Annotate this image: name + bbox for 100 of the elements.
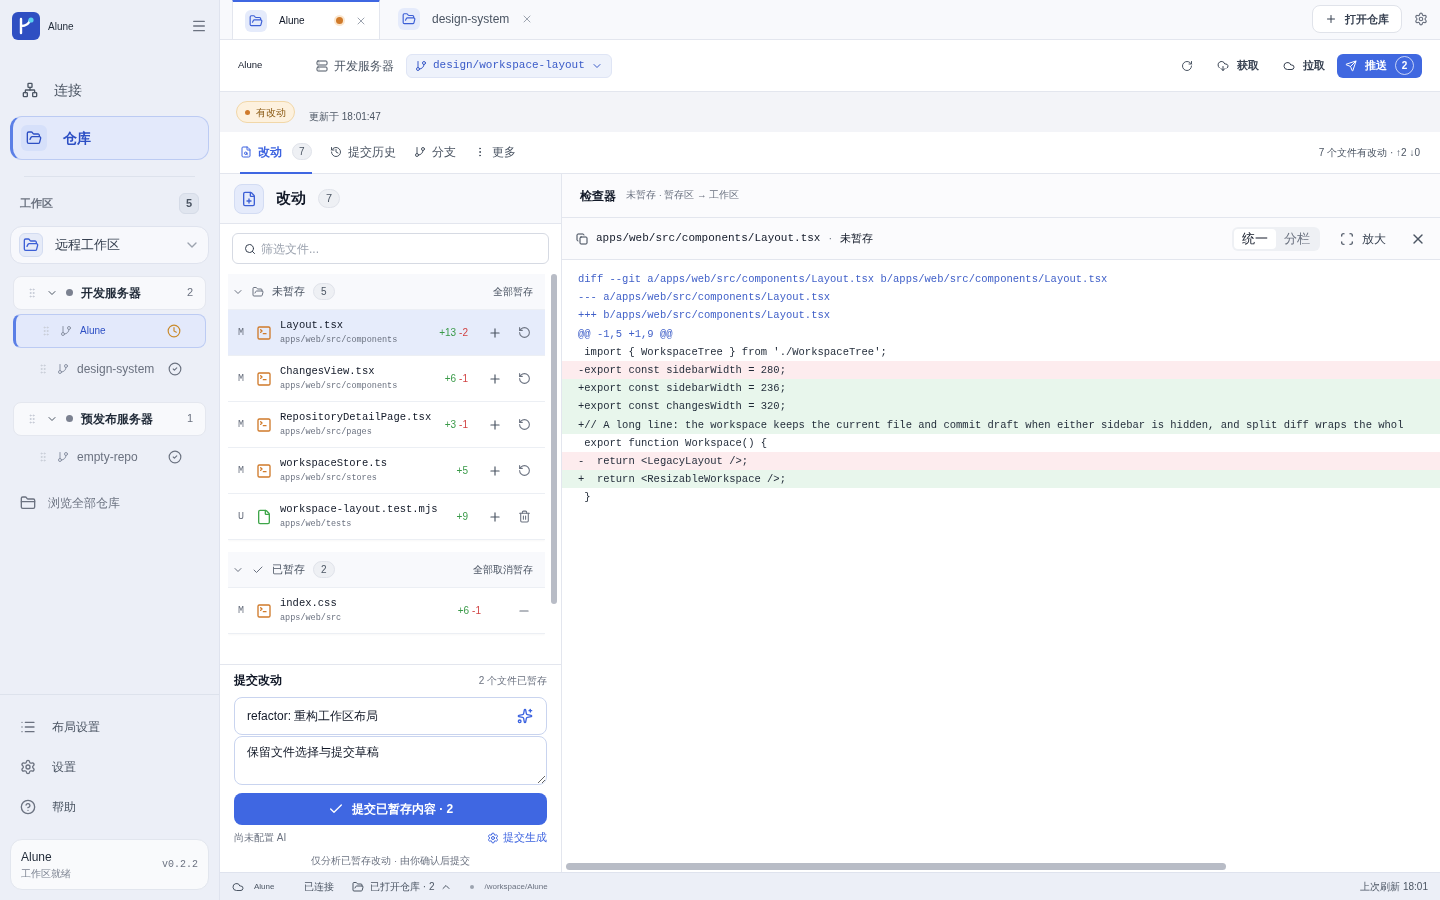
diff-line: --- a/apps/web/src/components/Layout.tsx (577, 290, 832, 306)
scrollbar-thumb[interactable] (566, 862, 1226, 870)
settings-icon (487, 831, 499, 844)
sparkles-icon[interactable] (517, 708, 533, 725)
folder-icon (402, 12, 416, 26)
menu-item[interactable]: 设置 (20, 747, 199, 787)
drag-handle-icon[interactable] (37, 450, 49, 463)
file-path: apps/web/tests (280, 518, 353, 531)
drag-handle-icon[interactable] (40, 324, 52, 337)
drag-handle-icon[interactable] (26, 412, 38, 425)
repo-name: Alune (238, 58, 264, 73)
collapse-sidebar-icon[interactable] (191, 18, 207, 34)
scrollbar-thumb[interactable] (551, 274, 557, 604)
diff-line: import { WorkspaceTree } from './WorkspaceTree'; (583, 344, 888, 360)
zoom-button[interactable]: 放大 (1340, 229, 1386, 248)
browse-repos-link[interactable]: 浏览全部仓库 (0, 493, 219, 512)
file-plus-icon (241, 190, 257, 207)
changes-summary: 7 个文件有改动 · ↑2 ↓0 (1318, 146, 1420, 160)
folder-icon (20, 494, 36, 511)
push-button[interactable]: 推送 2 (1337, 53, 1422, 78)
staged-count: 2 个文件已暂存 (478, 673, 547, 688)
repo-item[interactable]: design-system (13, 351, 206, 386)
discard-icon[interactable] (518, 464, 531, 477)
repo-tab[interactable]: design-system (380, 0, 552, 39)
drag-handle-icon[interactable] (26, 286, 38, 299)
diff-line: +++ b/apps/web/src/components/Layout.tsx (577, 308, 832, 324)
refresh-icon[interactable] (1181, 59, 1193, 72)
menu-item[interactable]: 帮助 (20, 787, 199, 827)
settings-icon[interactable] (1414, 12, 1428, 26)
fetch-button[interactable]: 获取 (1217, 57, 1259, 74)
view-tab[interactable]: 分支 (413, 131, 456, 174)
stage-icon[interactable] (488, 417, 502, 432)
added-count: +9 (456, 510, 468, 524)
repo-item[interactable]: empty-repo (13, 439, 206, 474)
pull-button[interactable]: 拉取 (1283, 57, 1325, 74)
server-name: 预发布服务器 (81, 410, 154, 428)
open-repo-button[interactable]: 打开仓库 (1312, 5, 1402, 33)
view-tab[interactable]: 更多 (473, 131, 516, 174)
filter-field[interactable]: 筛选文件... (232, 233, 549, 264)
search-icon (244, 243, 256, 255)
ai-note: 尚未配置 AI (234, 831, 287, 845)
view-option[interactable]: 统一 (1234, 228, 1276, 249)
view-tab[interactable]: 提交历史 (329, 131, 396, 174)
commit-summary-field[interactable]: refactor: 重构工作区布局 (234, 697, 547, 736)
file-name: Layout.tsx (280, 318, 344, 334)
stage-icon[interactable] (488, 509, 502, 524)
diff-line: } (583, 490, 592, 506)
footnote: 仅分析已暂存改动 · 由你确认后提交 (310, 853, 471, 868)
file-name: ChangesView.tsx (280, 364, 376, 380)
plus-icon (1325, 13, 1337, 25)
host-name: Alune (254, 880, 276, 893)
stage-icon[interactable] (488, 325, 502, 340)
open-repos-button[interactable]: 已打开仓库 · 2 (352, 879, 453, 894)
added-count: +6 (444, 372, 457, 386)
commit-description-field[interactable]: 保留文件选择与提交草稿 (234, 736, 547, 786)
repo-name: Alune (80, 324, 107, 338)
file-status: U (238, 510, 245, 524)
send-icon (1345, 59, 1357, 72)
cloud-icon (232, 880, 244, 893)
folder-icon (252, 285, 264, 298)
removed-count: -1 (472, 604, 481, 618)
branch-selector[interactable]: design/workspace-layout (406, 53, 612, 78)
nav-item[interactable]: 连接 (10, 68, 209, 112)
server-group[interactable]: 开发服务器 2 (13, 275, 206, 310)
stage-icon[interactable] (488, 463, 502, 478)
expand-icon (1340, 231, 1354, 246)
code-file-icon (256, 324, 272, 341)
section-action[interactable]: 全部暂存 (493, 284, 541, 299)
nav-item[interactable]: 仓库 (10, 116, 209, 160)
connection-status: 已连接 (304, 880, 334, 894)
workspace-dropdown[interactable]: 远程工作区 (10, 225, 209, 264)
changes-badge: 有改动 (236, 101, 295, 123)
code-file-icon (256, 602, 272, 619)
workspace-name: Alune (21, 849, 53, 866)
file-row[interactable]: M Layout.tsx apps/web/src/components +13 -2 (228, 310, 545, 356)
stage-icon[interactable] (488, 371, 502, 386)
removed-count: -1 (459, 372, 468, 386)
discard-icon[interactable] (518, 372, 531, 385)
repo-item[interactable]: Alune (13, 313, 206, 348)
count-badge: 5 (178, 193, 199, 214)
server-group[interactable]: 预发布服务器 1 (13, 401, 206, 436)
commit-button[interactable]: 提交已暂存内容 · 2 (234, 793, 547, 826)
section-action[interactable]: 全部取消暂存 (473, 562, 541, 577)
discard-icon[interactable] (518, 418, 531, 431)
generate-link[interactable]: 提交生成 (487, 829, 547, 846)
added-count: +6 (457, 604, 470, 618)
repo-count: 1 (186, 411, 193, 427)
drag-handle-icon[interactable] (37, 362, 49, 375)
added-count: +5 (456, 464, 468, 478)
app-name: Alune (48, 19, 75, 34)
logo-icon (12, 12, 40, 40)
cloud-download-icon (1217, 59, 1229, 72)
inspector-subtitle: 未暂存 · 暂存区 → 工作区 (626, 188, 740, 203)
file-status: M (238, 464, 245, 478)
trash-icon[interactable] (518, 510, 531, 523)
cloud-icon (1283, 59, 1295, 72)
discard-icon[interactable] (518, 326, 531, 339)
menu-item[interactable]: 布局设置 (20, 707, 199, 747)
repo-tab[interactable]: Alune (232, 0, 380, 39)
view-option[interactable]: 分栏 (1276, 228, 1318, 249)
